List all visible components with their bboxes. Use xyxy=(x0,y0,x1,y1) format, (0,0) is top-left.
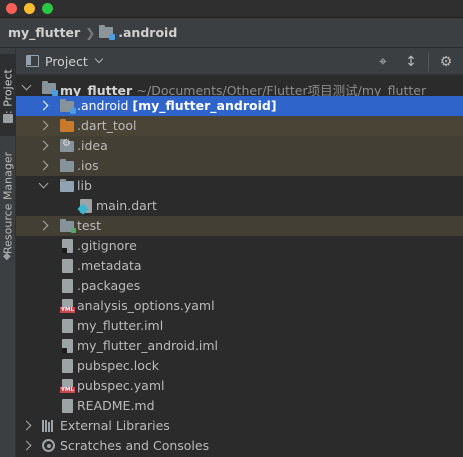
tree-item-label: pubspec.lock xyxy=(77,358,160,373)
project-view-icon xyxy=(26,55,39,67)
module-file-icon xyxy=(62,319,73,333)
tree-item-my-flutter-iml[interactable]: my_flutter.iml xyxy=(16,316,463,336)
expand-arrow-icon[interactable] xyxy=(21,420,32,431)
tree-item-label: .android xyxy=(77,98,129,113)
settings-button[interactable]: ⚙ xyxy=(435,51,457,73)
tree-item-label: .gitignore xyxy=(77,238,137,253)
collapse-all-button[interactable]: ↕ xyxy=(400,51,422,73)
module-file-icon xyxy=(62,339,73,353)
breadcrumb-separator-icon: ❯ xyxy=(85,25,96,40)
tree-item-scratches[interactable]: Scratches and Consoles xyxy=(16,436,463,456)
tree-item-label: my_flutter_android.iml xyxy=(77,338,219,353)
crosshair-icon: ⌖ xyxy=(379,53,387,70)
tree-item-label: test xyxy=(77,218,102,233)
text-file-icon xyxy=(62,359,73,373)
tree-item-label: External Libraries xyxy=(60,418,170,433)
tree-item-label: analysis_options.yaml xyxy=(77,298,215,313)
expand-arrow-icon[interactable] xyxy=(21,440,32,451)
tree-item-readme[interactable]: README.md xyxy=(16,396,463,416)
scratches-icon xyxy=(42,439,55,452)
expand-arrow-icon[interactable] xyxy=(38,178,49,189)
tree-item-label: .idea xyxy=(77,138,108,153)
minimize-window-button[interactable] xyxy=(24,3,35,14)
expand-arrow-icon[interactable] xyxy=(38,100,49,111)
tree-item-label: my_flutter.iml xyxy=(77,318,164,333)
breadcrumb-folder-label: .android xyxy=(118,25,178,40)
tree-item-main-dart[interactable]: main.dart xyxy=(16,196,463,216)
tree-item-label: .packages xyxy=(77,278,141,293)
tab-project[interactable]: 1: Project xyxy=(0,54,16,136)
folder-icon xyxy=(3,114,13,123)
text-file-icon xyxy=(62,279,73,293)
window-titlebar xyxy=(0,0,463,18)
tree-item-label: lib xyxy=(77,178,92,193)
tree-item-packages[interactable]: .packages xyxy=(16,276,463,296)
expand-arrow-icon[interactable] xyxy=(38,120,49,131)
tree-item-android[interactable]: .android [my_flutter_android] xyxy=(16,96,463,116)
tree-item-label: pubspec.yaml xyxy=(77,378,165,393)
markdown-file-icon xyxy=(62,399,73,413)
project-view-label: Project xyxy=(45,53,88,69)
tree-item-label: README.md xyxy=(77,398,155,413)
breadcrumb: my_flutter ❯ .android xyxy=(0,18,463,48)
tree-item-metadata[interactable]: .metadata xyxy=(16,256,463,276)
module-folder-icon xyxy=(60,99,76,114)
tree-item-external-libraries[interactable]: External Libraries xyxy=(16,416,463,436)
tree-item-dart-tool[interactable]: .dart_tool xyxy=(16,116,463,136)
project-tree: my_flutter ~/Documents/Other/Flutter项目测试… xyxy=(16,76,463,457)
toolbar-divider xyxy=(428,52,429,71)
expand-arrow-icon[interactable] xyxy=(38,140,49,151)
yaml-file-icon xyxy=(60,379,75,393)
tab-resource-manager-label: Resource Manager xyxy=(1,151,15,255)
project-toolwindow-header: Project ⌖ ↕ ⚙ xyxy=(16,48,463,75)
excluded-folder-icon xyxy=(60,119,74,132)
text-file-icon xyxy=(62,259,73,273)
tree-item-analysis-options[interactable]: analysis_options.yaml xyxy=(16,296,463,316)
tree-item-idea[interactable]: .idea xyxy=(16,136,463,156)
tree-item-label: .dart_tool xyxy=(77,118,137,133)
tree-item-label: .ios xyxy=(77,158,99,173)
tree-item-module: [my_flutter_android] xyxy=(132,98,277,113)
maximize-window-button[interactable] xyxy=(42,3,53,14)
dart-file-icon xyxy=(80,199,92,213)
tree-item-gitignore[interactable]: .gitignore xyxy=(16,236,463,256)
libraries-icon xyxy=(42,420,56,432)
breadcrumb-project[interactable]: my_flutter xyxy=(8,25,80,40)
tree-item-test[interactable]: test xyxy=(16,216,463,236)
module-folder-icon xyxy=(42,81,58,96)
locate-file-button[interactable]: ⌖ xyxy=(372,51,394,73)
chevron-down-icon xyxy=(94,54,104,64)
left-tool-strip: 1: Project Resource Manager ◆ xyxy=(0,48,16,457)
tree-item-my-flutter-android-iml[interactable]: my_flutter_android.iml xyxy=(16,336,463,356)
tree-item-label: main.dart xyxy=(96,198,157,213)
tree-item-label: Scratches and Consoles xyxy=(60,438,210,453)
close-window-button[interactable] xyxy=(6,3,17,14)
gear-icon: ⚙ xyxy=(439,53,453,70)
collapse-all-icon: ↕ xyxy=(405,53,417,70)
source-folder-icon xyxy=(60,179,74,192)
resource-manager-icon: ◆ xyxy=(3,251,11,262)
tree-item-pubspec-lock[interactable]: pubspec.lock xyxy=(16,356,463,376)
expand-arrow-icon[interactable] xyxy=(38,160,49,171)
tree-item-lib[interactable]: lib xyxy=(16,176,463,196)
tree-item-ios[interactable]: .ios xyxy=(16,156,463,176)
expand-arrow-icon[interactable] xyxy=(21,80,32,91)
yaml-file-icon xyxy=(60,299,75,313)
folder-icon xyxy=(60,159,74,172)
tree-root[interactable]: my_flutter ~/Documents/Other/Flutter项目测试… xyxy=(16,78,463,98)
project-view-selector[interactable]: Project xyxy=(16,53,104,69)
test-folder-icon xyxy=(60,219,76,233)
ignore-file-icon xyxy=(62,239,73,253)
tree-item-label: .metadata xyxy=(77,258,142,273)
tree-item-pubspec-yaml[interactable]: pubspec.yaml xyxy=(16,376,463,396)
settings-folder-icon xyxy=(60,138,74,152)
module-folder-icon xyxy=(99,25,116,40)
toolwindow-actions: ⌖ ↕ ⚙ xyxy=(366,48,463,75)
breadcrumb-folder[interactable]: .android xyxy=(99,25,177,40)
expand-arrow-icon[interactable] xyxy=(38,220,49,231)
tab-resource-manager[interactable]: Resource Manager xyxy=(0,144,16,262)
